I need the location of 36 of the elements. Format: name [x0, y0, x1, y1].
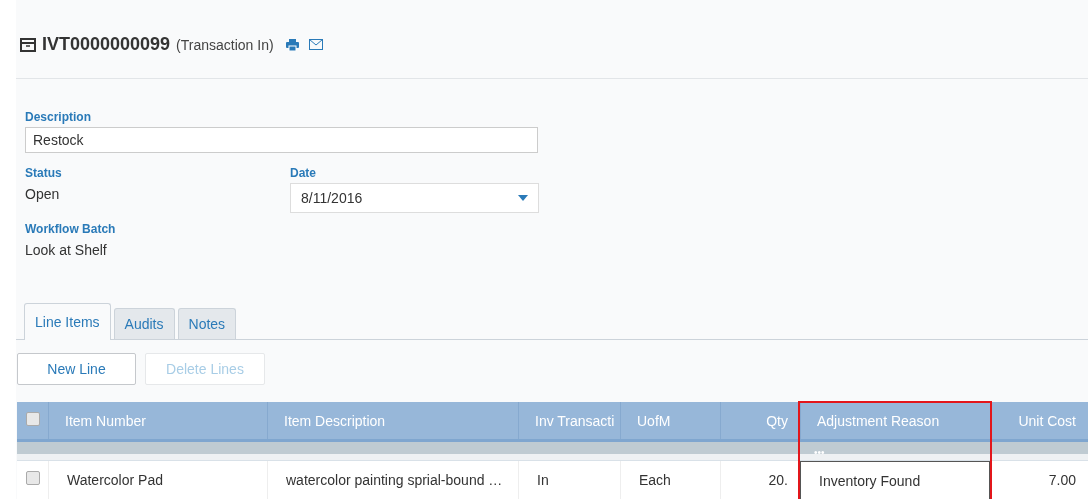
new-line-button[interactable]: New Line: [17, 353, 136, 385]
mail-icon[interactable]: [308, 39, 323, 51]
record-type: (Transaction In): [176, 36, 274, 53]
table-cell: Each: [620, 461, 720, 499]
table-cell: 7.00: [990, 461, 1088, 499]
column-header[interactable]: Adjustment Reason: [800, 402, 990, 439]
table-cell: In: [518, 461, 620, 499]
print-icon[interactable]: [285, 38, 299, 51]
more-icon[interactable]: •••: [800, 447, 825, 458]
column-header[interactable]: UofM: [620, 402, 720, 439]
tab[interactable]: Line Items: [24, 303, 111, 340]
select-all-checkbox[interactable]: [25, 412, 40, 426]
table-cell: watercolor painting sprial-bound …: [267, 461, 518, 499]
row-checkbox[interactable]: [25, 471, 40, 485]
workflow-batch-value: Look at Shelf: [25, 241, 108, 258]
table-cell: 20.: [720, 461, 800, 499]
date-field[interactable]: 8/11/2016: [290, 182, 539, 213]
column-header[interactable]: Item Description: [267, 402, 518, 439]
column-header[interactable]: Unit Cost: [990, 402, 1088, 439]
column-header[interactable]: Inv Transacti: [518, 402, 620, 439]
field-label: Status: [25, 165, 63, 180]
column-header[interactable]: Qty: [720, 402, 800, 439]
status-value: Open: [25, 185, 61, 202]
table-cell: Watercolor Pad: [48, 461, 267, 499]
field-label: Workflow Batch: [25, 221, 117, 236]
description-field[interactable]: Restock: [25, 126, 538, 153]
archive-icon: [20, 37, 36, 52]
table-cell: Inventory Found: [800, 461, 990, 499]
tab[interactable]: Audits: [113, 308, 175, 339]
field-label: Date: [290, 165, 317, 180]
tab[interactable]: Notes: [177, 308, 237, 339]
record-title: IVT0000000099: [42, 34, 171, 56]
column-header[interactable]: Item Number: [48, 402, 267, 439]
caret-icon[interactable]: [518, 194, 528, 201]
field-label: Description: [25, 109, 92, 124]
date-value: 8/11/2016: [301, 189, 363, 206]
